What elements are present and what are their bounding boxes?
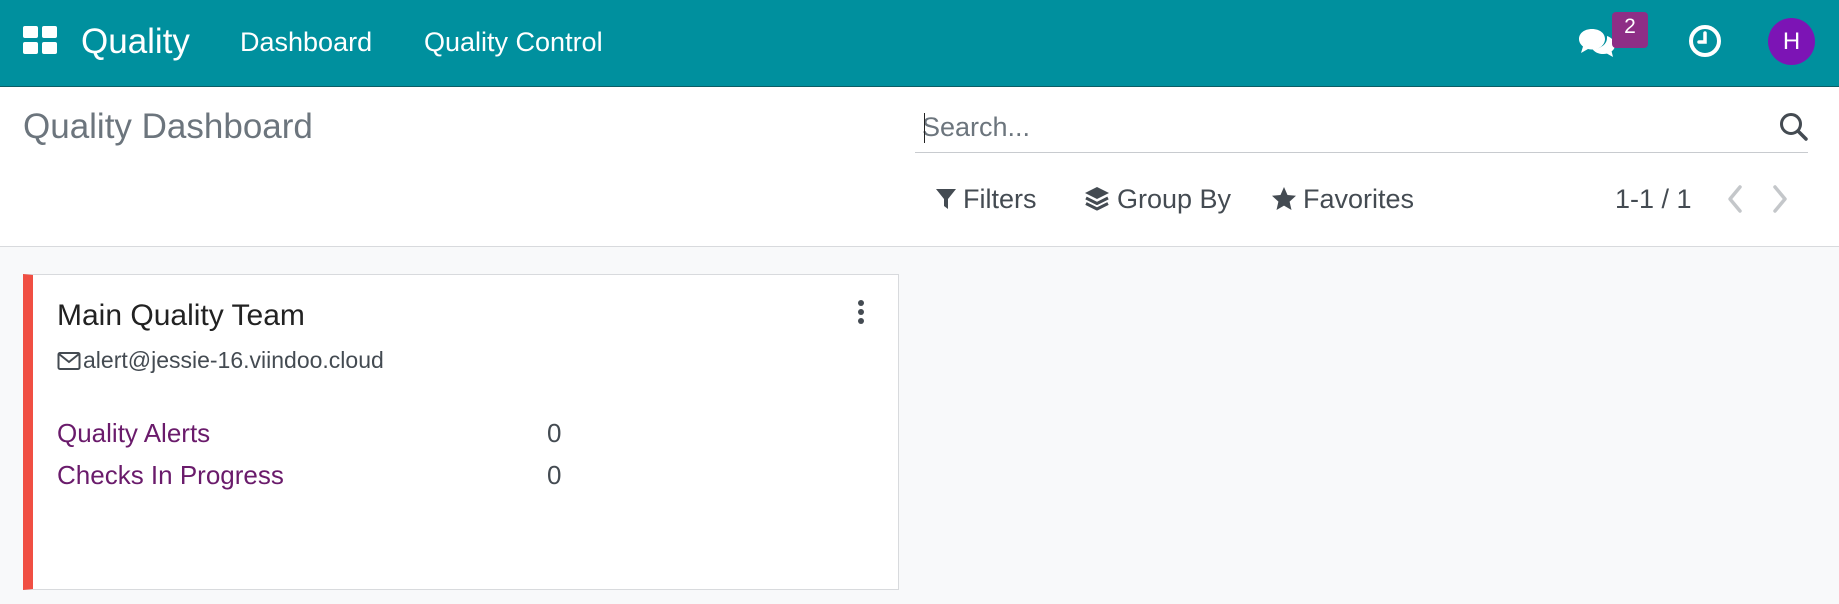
group-by-label: Group By bbox=[1117, 184, 1232, 214]
search-icon[interactable] bbox=[1778, 111, 1810, 143]
app-name[interactable]: Quality bbox=[81, 20, 190, 64]
team-name: Main Quality Team bbox=[57, 299, 305, 332]
control-panel: Quality Dashboard Filters Group By Favor… bbox=[0, 87, 1839, 247]
search-bar bbox=[915, 103, 1808, 153]
star-icon bbox=[1272, 187, 1296, 210]
chat-icon[interactable] bbox=[1578, 27, 1616, 59]
quality-alerts-count[interactable]: 0 bbox=[547, 416, 561, 450]
team-email-text: alert@jessie-16.viindoo.cloud bbox=[83, 347, 384, 373]
kebab-menu-icon[interactable] bbox=[855, 299, 867, 327]
text-caret bbox=[924, 113, 925, 143]
menu-dashboard[interactable]: Dashboard bbox=[240, 24, 372, 60]
team-kanban-card[interactable]: Main Quality Team alert@jessie-16.viindo… bbox=[23, 274, 899, 590]
user-avatar[interactable]: H bbox=[1768, 18, 1815, 65]
clock-icon[interactable] bbox=[1688, 24, 1722, 58]
chevron-right-icon[interactable] bbox=[1770, 184, 1790, 214]
checks-in-progress-count[interactable]: 0 bbox=[547, 458, 561, 492]
checks-in-progress-link[interactable]: Checks In Progress bbox=[57, 458, 284, 492]
filters-label: Filters bbox=[963, 184, 1037, 214]
favorites-button[interactable]: Favorites bbox=[1271, 182, 1414, 216]
team-email: alert@jessie-16.viindoo.cloud bbox=[57, 347, 384, 374]
filter-icon bbox=[936, 189, 956, 209]
page-title: Quality Dashboard bbox=[23, 107, 313, 146]
chat-count-badge: 2 bbox=[1612, 12, 1648, 48]
search-input[interactable] bbox=[922, 109, 1722, 145]
menu-quality-control[interactable]: Quality Control bbox=[424, 24, 603, 60]
apps-grid-icon[interactable] bbox=[23, 26, 58, 56]
top-navbar: Quality Dashboard Quality Control 2 H bbox=[0, 0, 1839, 87]
pager-value[interactable]: 1-1 / 1 bbox=[1615, 182, 1692, 216]
filters-button[interactable]: Filters bbox=[935, 182, 1037, 216]
quality-alerts-link[interactable]: Quality Alerts bbox=[57, 416, 210, 450]
favorites-label: Favorites bbox=[1303, 184, 1415, 214]
group-by-button[interactable]: Group By bbox=[1083, 182, 1231, 216]
layers-icon bbox=[1085, 187, 1109, 211]
chevron-left-icon[interactable] bbox=[1725, 184, 1745, 214]
envelope-icon bbox=[57, 351, 81, 370]
